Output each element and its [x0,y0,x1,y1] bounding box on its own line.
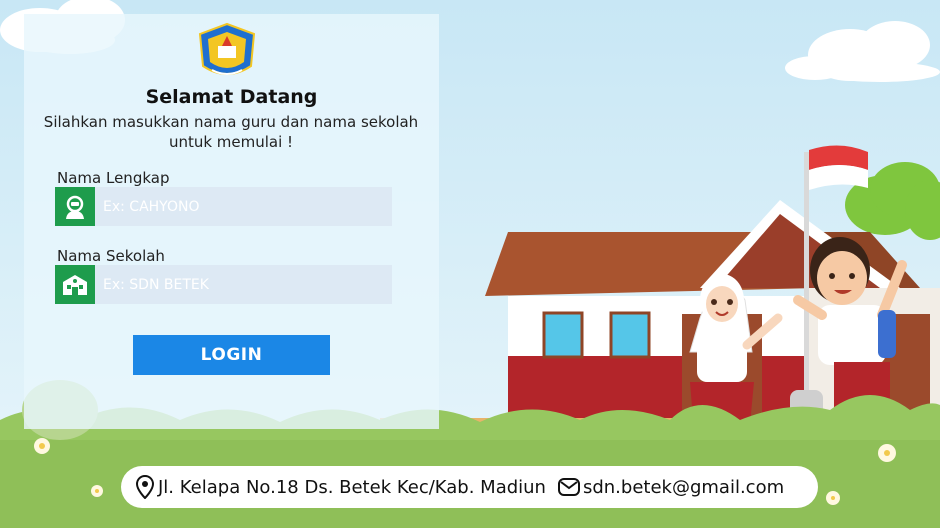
name-label: Nama Lengkap [57,169,170,187]
school-label: Nama Sekolah [57,247,165,265]
school-logo-icon [198,22,256,75]
name-field[interactable] [55,187,395,226]
footer-address: Jl. Kelapa No.18 Ds. Betek Kec/Kab. Madi… [158,476,546,498]
page-subtitle: Silahkan masukkan nama guru dan nama sek… [36,112,426,152]
school-field[interactable] [55,265,395,304]
login-button[interactable]: LOGIN [133,335,330,375]
footer-email: sdn.betek@gmail.com [582,476,785,498]
school-input[interactable] [99,265,395,304]
school-building-icon [55,265,95,304]
footer-email-group: sdn.betek@gmail.com [557,476,785,498]
page-title: Selamat Datang [145,86,318,108]
subtitle-line-1: Silahkan masukkan nama guru dan nama sek… [43,113,419,131]
subtitle-line-2: untuk memulai ! [168,133,294,151]
footer-contact-bar: Jl. Kelapa No.18 Ds. Betek Kec/Kab. Madi… [121,466,818,508]
name-input[interactable] [99,187,395,226]
envelope-icon [557,477,580,497]
teacher-avatar-icon [55,187,95,226]
location-pin-icon [135,475,155,499]
